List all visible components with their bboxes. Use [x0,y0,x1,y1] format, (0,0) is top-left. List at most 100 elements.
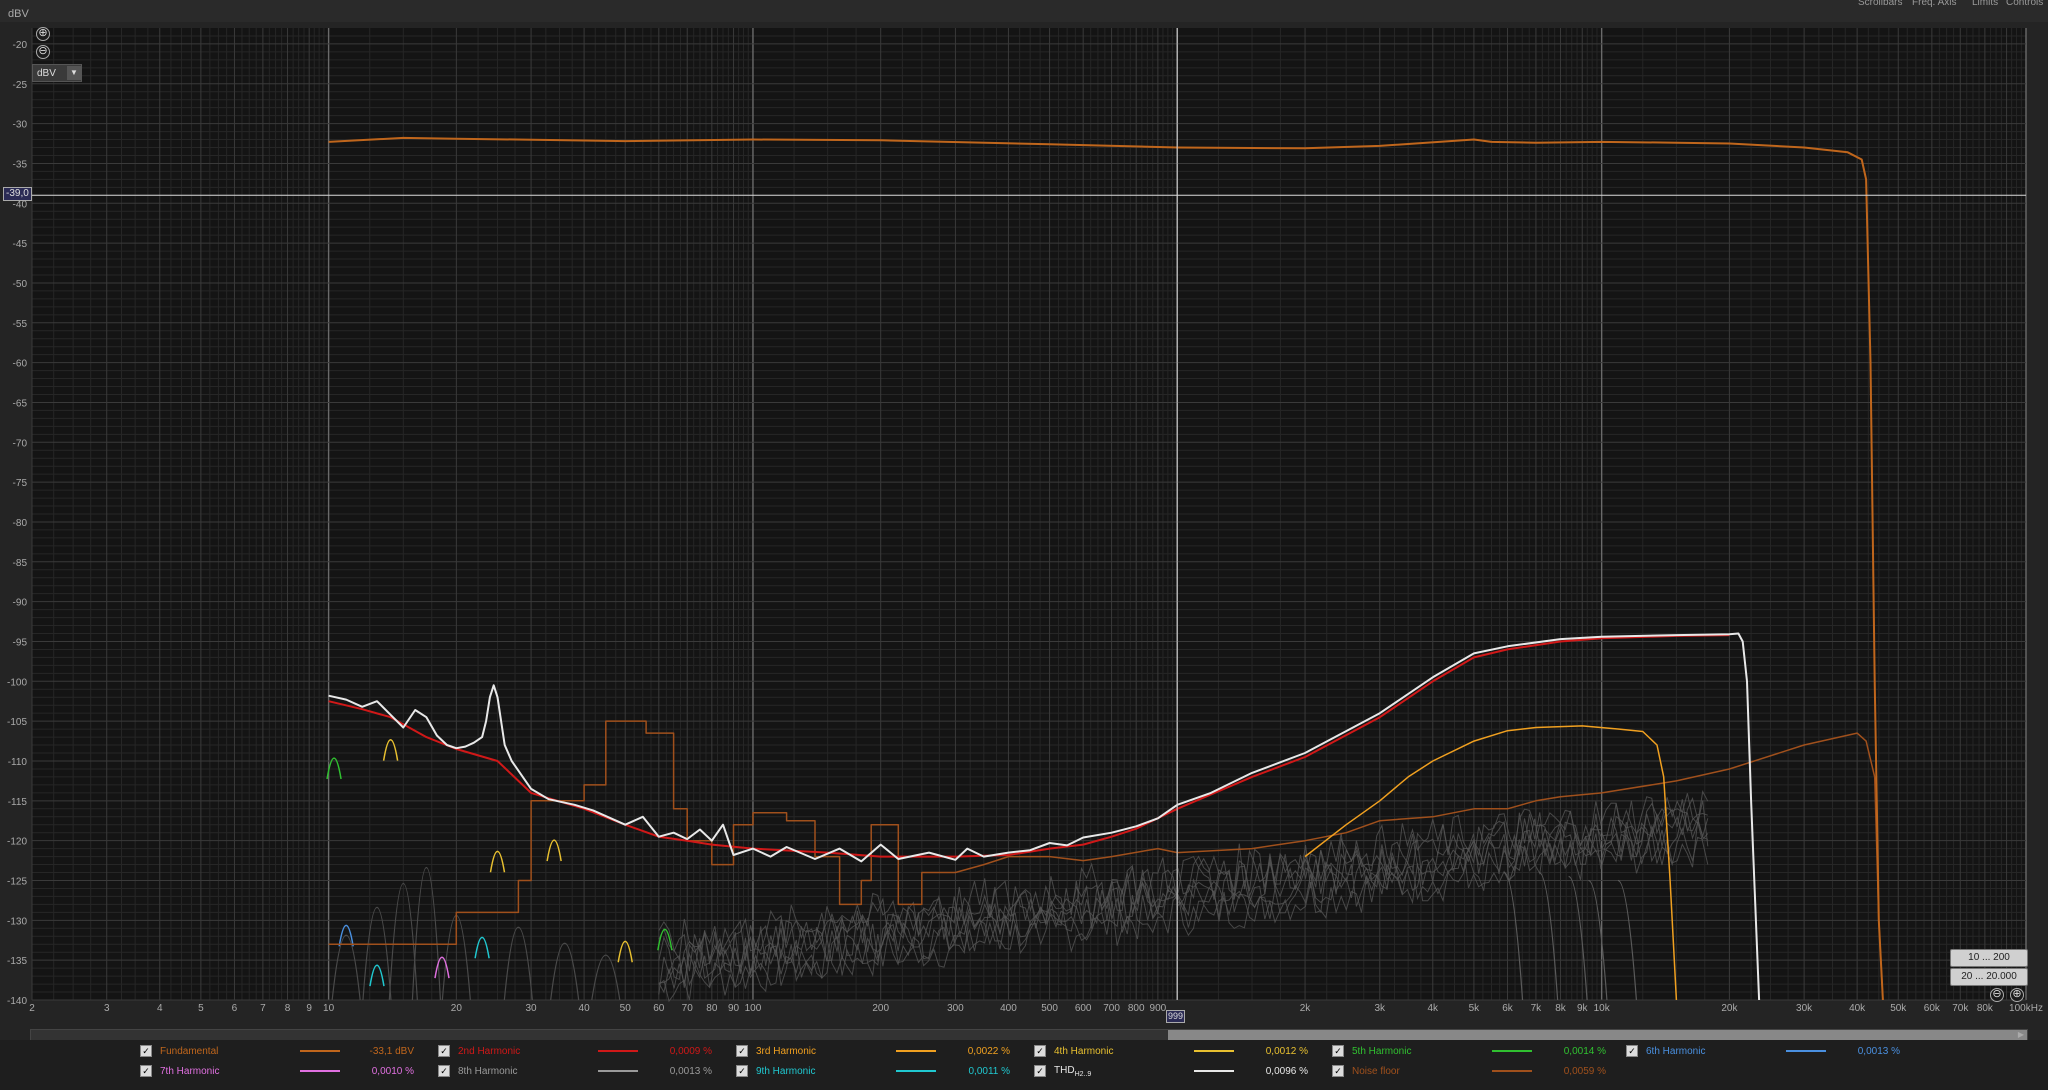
x-tick-label: 4k [1428,1003,1440,1014]
legend-label: 6th Harmonic [1646,1045,1706,1057]
legend-item-fundamental[interactable]: ✓ Fundamental -33,1 dBV [140,1042,414,1060]
scrollbar-thumb[interactable] [1168,1030,2027,1040]
legend-item-9th-harmonic[interactable]: ✓ 9th Harmonic 0,0011 % [736,1062,1010,1080]
y-tick-label: -55 [13,319,28,330]
menu-freq-axis[interactable]: Freq. Axis [1912,0,1956,8]
x-tick-label: 10k [1594,1003,1611,1014]
x-tick-label: 600 [1075,1003,1092,1014]
legend-item-4th-harmonic[interactable]: ✓ 4th Harmonic 0,0012 % [1034,1042,1308,1060]
x-tick-label: 70 [682,1003,694,1014]
legend-label: 8th Harmonic [458,1065,518,1077]
legend-swatch [300,1050,340,1052]
legend-label: 7th Harmonic [160,1065,220,1077]
x-tick-label: 50k [1890,1003,1907,1014]
x-tick-label: 200 [872,1003,889,1014]
zoom-in-icon[interactable]: ⊕ [36,27,50,41]
legend-swatch [300,1070,340,1072]
menu-scrollbars[interactable]: Scrollbars [1858,0,1902,8]
unit-select[interactable]: dBV ▼ [32,64,82,82]
y-tick-label: -115 [8,797,28,808]
legend-item-6th-harmonic[interactable]: ✓ 6th Harmonic 0,0013 % [1626,1042,1900,1060]
x-tick-label: 60 [653,1003,665,1014]
x-tick-label: 2 [29,1003,35,1014]
legend-checkbox[interactable]: ✓ [1034,1045,1046,1057]
x-tick-label: 40k [1849,1003,1866,1014]
x-tick-label: 500 [1041,1003,1058,1014]
x-tick-label: 3 [104,1003,110,1014]
y-tick-label: -125 [7,876,27,887]
y-tick-label: -35 [13,159,28,170]
chart-svg[interactable]: -20-25-30-35-40-45-50-55-60-65-70-75-80-… [0,22,2048,1030]
x-tick-label: 70k [1952,1003,1969,1014]
x-tick-label: 800 [1128,1003,1145,1014]
y-tick-label: -80 [13,518,28,529]
legend-item-3rd-harmonic[interactable]: ✓ 3rd Harmonic 0,0022 % [736,1042,1010,1060]
legend-item-5th-harmonic[interactable]: ✓ 5th Harmonic 0,0014 % [1332,1042,1606,1060]
legend-swatch [896,1070,936,1072]
cursor-y-readout[interactable]: -39,0 [3,187,32,201]
legend-swatch [1492,1050,1532,1052]
x-tick-label: 6k [1502,1003,1514,1014]
legend-value: 0,0009 % [669,1045,712,1057]
legend-item-8th-harmonic[interactable]: ✓ 8th Harmonic 0,0013 % [438,1062,712,1080]
range-10-200-button[interactable]: 10 ... 200 [1950,949,2028,967]
legend-item-7th-harmonic[interactable]: ✓ 7th Harmonic 0,0010 % [140,1062,414,1080]
legend-item-2nd-harmonic[interactable]: ✓ 2nd Harmonic 0,0009 % [438,1042,712,1060]
legend-checkbox[interactable]: ✓ [1626,1045,1638,1057]
y-tick-label: -120 [7,837,27,848]
legend-checkbox[interactable]: ✓ [736,1045,748,1057]
zoom-out-icon[interactable]: ⊖ [36,45,50,59]
legend-value: 0,0013 % [669,1065,712,1077]
x-tick-label: 50 [620,1003,632,1014]
y-unit-label: dBV [8,8,29,20]
legend-checkbox[interactable]: ✓ [1332,1045,1344,1057]
y-tick-label: -95 [13,637,28,648]
legend-checkbox[interactable]: ✓ [1034,1065,1046,1077]
legend-swatch [598,1070,638,1072]
legend-label: Noise floor [1352,1065,1400,1077]
x-tick-label: 20k [1721,1003,1738,1014]
x-tick-label: 60k [1924,1003,1941,1014]
legend-label-subscript: H2..9 [1074,1070,1092,1078]
legend-value: 0,0059 % [1563,1065,1606,1077]
x-tick-label: 8 [285,1003,291,1014]
x-tick-label: 400 [1000,1003,1017,1014]
legend-label: 4th Harmonic [1054,1045,1114,1057]
y-tick-label: -140 [7,996,27,1007]
x-zoom-in-icon[interactable]: ⊕ [2010,988,2024,1002]
x-tick-label: 7k [1531,1003,1543,1014]
x-tick-label: 30k [1796,1003,1813,1014]
y-tick-label: -50 [13,279,28,290]
x-tick-label: 300 [947,1003,964,1014]
legend-value: 0,0014 % [1563,1045,1606,1057]
range-20-20000-button[interactable]: 20 ... 20.000 [1950,968,2028,986]
x-tick-label: 9 [306,1003,312,1014]
cursor-x-readout[interactable]: 999 [1166,1010,1186,1023]
scroll-right-icon[interactable]: ▶ [2016,1030,2026,1040]
y-tick-label: -65 [13,398,28,409]
legend-checkbox[interactable]: ✓ [438,1045,450,1057]
y-tick-label: -105 [7,717,27,728]
legend-swatch [1194,1050,1234,1052]
x-tick-label: 5k [1469,1003,1481,1014]
y-tick-label: -20 [13,40,28,51]
legend-checkbox[interactable]: ✓ [736,1065,748,1077]
legend-checkbox[interactable]: ✓ [1332,1065,1344,1077]
legend-checkbox[interactable]: ✓ [140,1045,152,1057]
menu-controls[interactable]: Controls [2006,0,2043,8]
x-zoom-out-icon[interactable]: ⊖ [1990,988,2004,1002]
chevron-down-icon[interactable]: ▼ [67,66,81,80]
legend-value: 0,0011 % [968,1065,1010,1077]
unit-select-value: dBV [37,67,56,79]
y-tick-label: -100 [7,677,27,688]
distortion-plot[interactable]: -20 -25 -30 -35 -40 -45 -50 -55 -60 -65 -70 -75 -80-… [0,22,2048,1030]
legend-label: Fundamental [160,1045,219,1057]
y-tick-label: -60 [13,359,28,370]
menu-limits[interactable]: Limits [1972,0,1998,8]
legend-checkbox[interactable]: ✓ [140,1065,152,1077]
legend-checkbox[interactable]: ✓ [438,1065,450,1077]
x-tick-label: 100 [745,1003,762,1014]
legend-item-noise-floor[interactable]: ✓ Noise floor 0,0059 % [1332,1062,1606,1080]
x-tick-label: 90 [728,1003,740,1014]
legend-item-thd[interactable]: ✓ THDH2..9 0,0096 % [1034,1062,1308,1080]
